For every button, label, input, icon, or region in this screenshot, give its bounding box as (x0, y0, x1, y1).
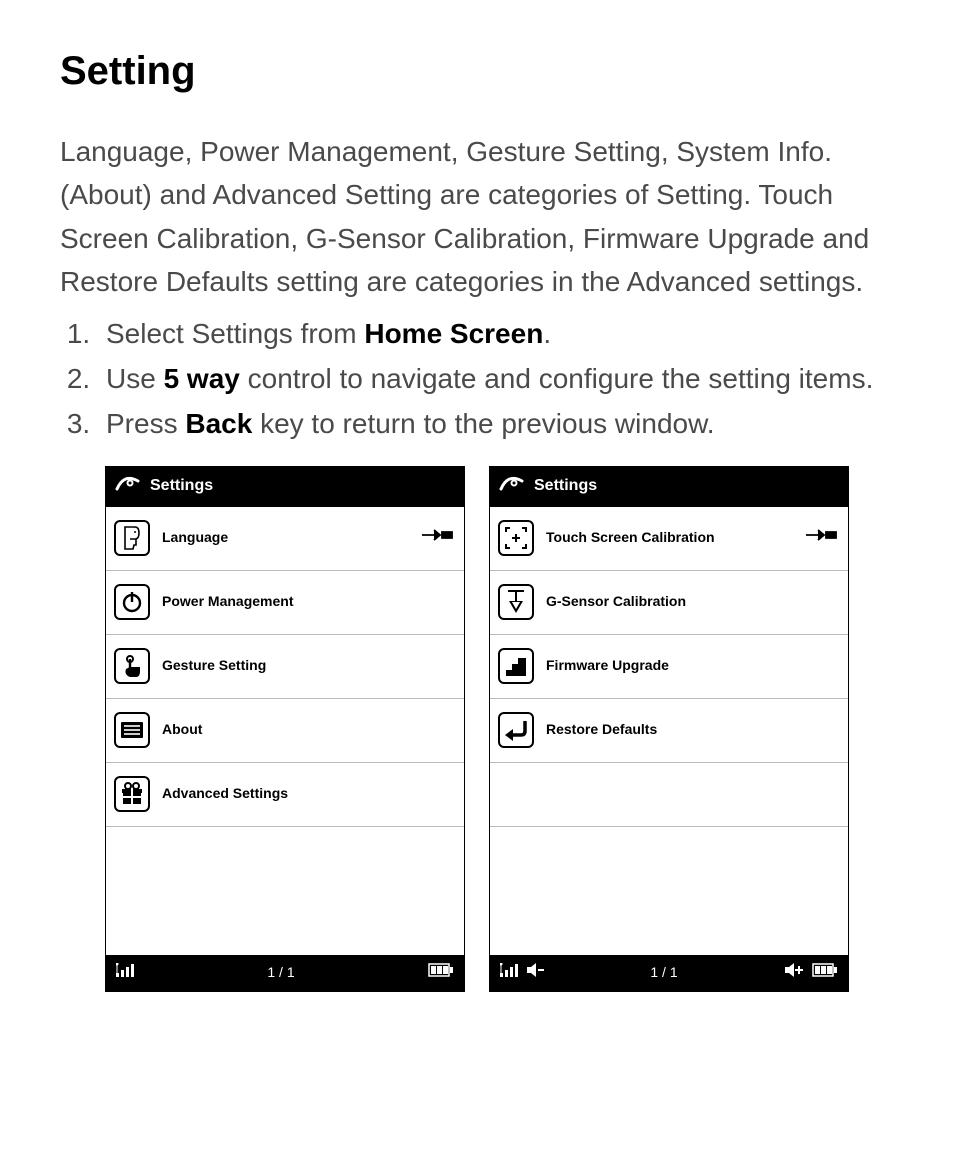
menu-item-restore-defaults[interactable]: Restore Defaults (490, 699, 848, 763)
titlebar-label: Settings (534, 474, 597, 499)
menu-list: Language Power Management Gesture Settin… (106, 507, 464, 955)
intro-paragraph: Language, Power Management, Gesture Sett… (60, 130, 894, 304)
step-1-text-c: . (543, 318, 551, 349)
step-3-bold: Back (185, 408, 252, 439)
page-indicator: 1 / 1 (544, 962, 784, 984)
step-3-text-c: key to return to the previous window. (252, 408, 714, 439)
menu-item-label: Power Management (162, 591, 454, 613)
menu-item-label: Firmware Upgrade (546, 655, 838, 677)
device-screenshot-settings: Settings Language Power Management (105, 466, 465, 992)
menu-item-g-sensor-calibration[interactable]: G-Sensor Calibration (490, 571, 848, 635)
battery-icon (428, 962, 454, 984)
menu-item-label: Restore Defaults (546, 719, 838, 741)
titlebar: Settings (106, 467, 464, 507)
menu-item-language[interactable]: Language (106, 507, 464, 571)
status-bar: 1 / 1 (106, 955, 464, 991)
plumb-icon (498, 584, 534, 620)
stairs-icon (498, 648, 534, 684)
menu-item-touch-calibration[interactable]: Touch Screen Calibration (490, 507, 848, 571)
step-1-text-a: Select Settings from (106, 318, 364, 349)
device-screenshot-advanced: Settings Touch Screen Calibration G-Sens… (489, 466, 849, 992)
signal-icon (116, 962, 134, 984)
gift-icon (114, 776, 150, 812)
battery-icon (812, 962, 838, 984)
step-2-bold: 5 way (164, 363, 240, 394)
volume-up-icon (784, 962, 804, 984)
step-3-text-a: Press (106, 408, 185, 439)
pointer-hand-icon (804, 526, 838, 551)
step-1-bold: Home Screen (364, 318, 543, 349)
pointer-hand-icon (420, 526, 454, 551)
step-3: Press Back key to return to the previous… (98, 402, 894, 445)
menu-item-advanced-settings[interactable]: Advanced Settings (106, 763, 464, 827)
step-2-text-c: control to navigate and configure the se… (240, 363, 874, 394)
app-logo-icon (114, 471, 140, 502)
signal-icon (500, 962, 518, 984)
screenshots-row: Settings Language Power Management (60, 466, 894, 992)
menu-item-label: Touch Screen Calibration (546, 527, 792, 549)
menu-item-label: Language (162, 527, 408, 549)
empty-space (490, 827, 848, 955)
empty-space (106, 827, 464, 955)
empty-row (490, 763, 848, 827)
menu-item-label: Advanced Settings (162, 783, 454, 805)
return-arrow-icon (498, 712, 534, 748)
app-logo-icon (498, 471, 524, 502)
status-bar: 1 / 1 (490, 955, 848, 991)
step-2: Use 5 way control to navigate and config… (98, 357, 894, 400)
touch-icon (114, 648, 150, 684)
steps-list: Select Settings from Home Screen. Use 5 … (60, 312, 894, 446)
menu-item-label: Gesture Setting (162, 655, 454, 677)
menu-item-firmware-upgrade[interactable]: Firmware Upgrade (490, 635, 848, 699)
page-indicator: 1 / 1 (134, 962, 428, 984)
calibration-target-icon (498, 520, 534, 556)
menu-item-power-management[interactable]: Power Management (106, 571, 464, 635)
step-2-text-a: Use (106, 363, 164, 394)
step-1: Select Settings from Home Screen. (98, 312, 894, 355)
menu-list: Touch Screen Calibration G-Sensor Calibr… (490, 507, 848, 955)
menu-item-gesture-setting[interactable]: Gesture Setting (106, 635, 464, 699)
menu-item-label: G-Sensor Calibration (546, 591, 838, 613)
titlebar-label: Settings (150, 474, 213, 499)
power-icon (114, 584, 150, 620)
list-icon (114, 712, 150, 748)
page-title: Setting (60, 40, 894, 102)
menu-item-about[interactable]: About (106, 699, 464, 763)
titlebar: Settings (490, 467, 848, 507)
volume-down-icon (526, 962, 544, 984)
face-icon (114, 520, 150, 556)
menu-item-label: About (162, 719, 454, 741)
